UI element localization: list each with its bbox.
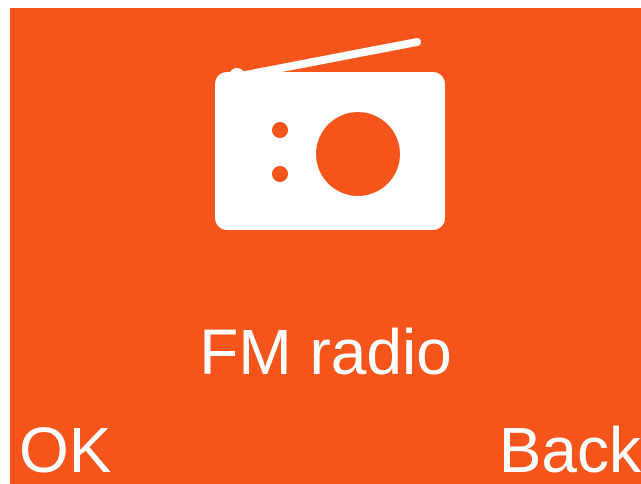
back-softkey[interactable]: Back xyxy=(499,412,641,484)
ok-softkey[interactable]: OK xyxy=(19,412,111,484)
phone-screen: FM radio OK Back xyxy=(10,8,641,484)
app-title: FM radio xyxy=(199,316,452,388)
radio-icon xyxy=(215,38,445,230)
